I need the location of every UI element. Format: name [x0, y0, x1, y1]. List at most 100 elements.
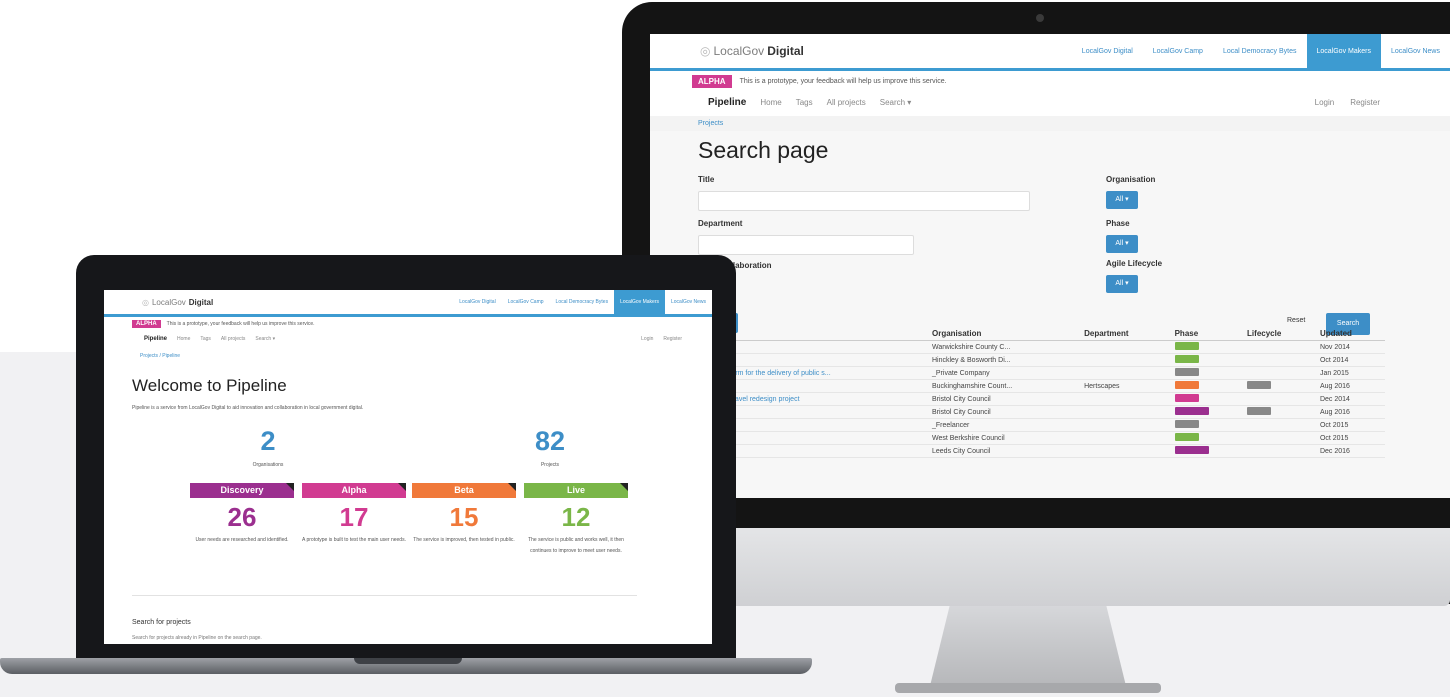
nav-item-all-projects[interactable]: All projects — [221, 336, 245, 342]
lifecycle-badge-pill — [1247, 381, 1272, 389]
phase-title: Live — [524, 483, 628, 498]
phase-badge — [1170, 340, 1244, 354]
logo-mark-icon: ◎ — [700, 44, 711, 58]
phase-card-beta[interactable]: Beta 15 The service is improved, then test… — [412, 483, 516, 546]
page-title: Search page — [698, 137, 829, 163]
site-logo[interactable]: ◎ LocalGov Digital — [700, 44, 804, 58]
organisation-dropdown[interactable]: All ▾ — [1106, 191, 1138, 209]
updated-cell: Nov 2014 — [1315, 340, 1385, 354]
tab-local-democracy-bytes[interactable]: Local Democracy Bytes — [1213, 34, 1307, 68]
title-label: Title — [698, 175, 715, 184]
phase-dropdown[interactable]: All ▾ — [1106, 235, 1138, 253]
register-link[interactable]: Register — [1350, 98, 1380, 107]
login-link[interactable]: Login — [1315, 98, 1335, 107]
search-projects-heading: Search for projects — [132, 619, 191, 626]
tab-localgov-news[interactable]: LocalGov News — [1381, 34, 1450, 68]
tab-localgov-digital[interactable]: LocalGov Digital — [1072, 34, 1143, 68]
phase-count: 12 — [561, 502, 591, 532]
title-input[interactable] — [698, 191, 1030, 211]
department-cell — [1080, 366, 1171, 380]
column-header[interactable]: Department — [1080, 327, 1171, 341]
logo-mark-icon: ◎ — [142, 297, 149, 307]
agile-lifecycle-dropdown[interactable]: All ▾ — [1106, 275, 1138, 293]
column-header[interactable]: Lifecycle — [1243, 327, 1316, 341]
department-input[interactable] — [698, 235, 914, 255]
department-label: Department — [698, 219, 743, 228]
register-link[interactable]: Register — [663, 336, 682, 342]
organisation-cell: Buckinghamshire Count... — [928, 379, 1081, 393]
breadcrumb-projects[interactable]: Projects — [698, 120, 723, 127]
tab-local-democracy-bytes[interactable]: Local Democracy Bytes — [550, 290, 615, 314]
phase-title: Alpha — [302, 483, 406, 498]
updated-cell: Dec 2014 — [1315, 392, 1385, 406]
phase-badge — [1170, 405, 1244, 419]
table-row[interactable]: Enterprise Platform_FreelancerOct 2015 — [650, 418, 1385, 432]
login-link[interactable]: Login — [641, 336, 653, 342]
tab-localgov-makers[interactable]: LocalGov Makers — [614, 290, 665, 314]
organisation-cell: Hinckley & Bosworth Di... — [928, 353, 1081, 367]
phase-card-alpha[interactable]: Alpha 17 A prototype is built to test the … — [302, 483, 406, 546]
site-header: ◎ LocalGov Digital LocalGov Digital Local… — [104, 290, 712, 317]
department-cell — [1080, 418, 1171, 432]
organisation-cell: Warwickshire County C... — [928, 340, 1081, 354]
results-table: Organisation Department Phase Lifecycle Upda… — [650, 327, 1385, 458]
phase-description: The service is public and works well, it… — [528, 537, 624, 554]
reset-button[interactable]: Reset — [1287, 317, 1305, 324]
nav-item-tags[interactable]: Tags — [200, 336, 211, 342]
site-header: ◎ LocalGov Digital LocalGov Digital Local… — [650, 34, 1450, 71]
column-header[interactable]: Phase — [1170, 327, 1244, 341]
phase-title: Discovery — [190, 483, 294, 498]
breadcrumb-path[interactable]: Projects / Pipeline — [140, 353, 180, 359]
phase-count: 26 — [227, 502, 257, 532]
table-row[interactable]: Find a school placeBuckinghamshire Count… — [650, 379, 1385, 393]
tab-localgov-makers[interactable]: LocalGov Makers — [1306, 34, 1381, 68]
nav-brand[interactable]: Pipeline — [708, 97, 746, 108]
nav-item-home[interactable]: Home — [177, 336, 190, 342]
table-row[interactable]: Planning informationWest Berkshire Counc… — [650, 431, 1385, 445]
nav-item-home[interactable]: Home — [760, 98, 781, 107]
table-row[interactable]: Page template layoutWarwickshire County … — [650, 340, 1385, 354]
projects-label: Projects — [540, 462, 560, 468]
updated-cell: Aug 2016 — [1315, 379, 1385, 393]
tab-localgov-digital[interactable]: LocalGov Digital — [453, 290, 501, 314]
organisation-cell: Leeds City Council — [928, 444, 1081, 458]
table-row[interactable]: Hinckley & Bosworth Di... Oct 2014 — [650, 353, 1385, 367]
column-header[interactable]: Updated — [1315, 327, 1385, 341]
organisations-label: Organisations — [252, 462, 284, 468]
phase-badge-pill — [1174, 355, 1199, 363]
nav-brand[interactable]: Pipeline — [144, 336, 167, 342]
phase-badge — [1170, 431, 1244, 445]
imac-chin — [622, 528, 1450, 606]
phase-card-live[interactable]: Live 12 The service is public and works we… — [524, 483, 628, 557]
phase-count: 15 — [449, 502, 479, 532]
phase-description: The service is improved, then tested in … — [413, 537, 515, 543]
table-row[interactable]: Open mobile events platform for the deli… — [650, 366, 1385, 380]
organisations-count: 2 — [260, 426, 276, 456]
nav-item-search[interactable]: Search ▾ — [255, 336, 275, 342]
nav-item-tags[interactable]: Tags — [796, 98, 813, 107]
updated-cell: Oct 2014 — [1315, 353, 1385, 367]
tab-localgov-camp[interactable]: LocalGov Camp — [502, 290, 550, 314]
alpha-banner: ALPHA This is a prototype, your feedback… — [650, 71, 1450, 88]
department-cell — [1080, 444, 1171, 458]
lifecycle-badge — [1243, 366, 1316, 380]
phase-description: A prototype is built to test the main us… — [302, 537, 406, 543]
tab-localgov-camp[interactable]: LocalGov Camp — [1143, 34, 1213, 68]
table-row[interactable]: Management CapabilityLeeds City CouncilD… — [650, 444, 1385, 458]
updated-cell: Oct 2015 — [1315, 418, 1385, 432]
phase-count: 17 — [339, 502, 369, 532]
pipeline-nav: Pipeline Home Tags All projects Search ▾… — [650, 88, 1450, 110]
site-tabs: LocalGov Digital LocalGov Camp Local Democ… — [453, 290, 712, 314]
phase-card-discovery[interactable]: Discovery 26 User needs are researched and… — [190, 483, 294, 546]
projects-count: 82 — [534, 426, 566, 456]
tab-localgov-news[interactable]: LocalGov News — [665, 290, 712, 314]
site-logo[interactable]: ◎ LocalGov Digital — [142, 298, 213, 307]
nav-item-all-projects[interactable]: All projects — [827, 98, 866, 107]
table-row[interactable]: Platform MaturityBristol City CouncilAug… — [650, 405, 1385, 419]
column-header[interactable]: Organisation — [928, 327, 1081, 341]
table-row[interactable]: Bridges & Constituency Travel redesign p… — [650, 392, 1385, 406]
phase-badge-pill — [1174, 342, 1199, 350]
camera-icon — [1036, 14, 1044, 22]
nav-item-search[interactable]: Search ▾ — [880, 98, 912, 107]
site-tabs: LocalGov Digital LocalGov Camp Local Democ… — [1072, 34, 1450, 68]
